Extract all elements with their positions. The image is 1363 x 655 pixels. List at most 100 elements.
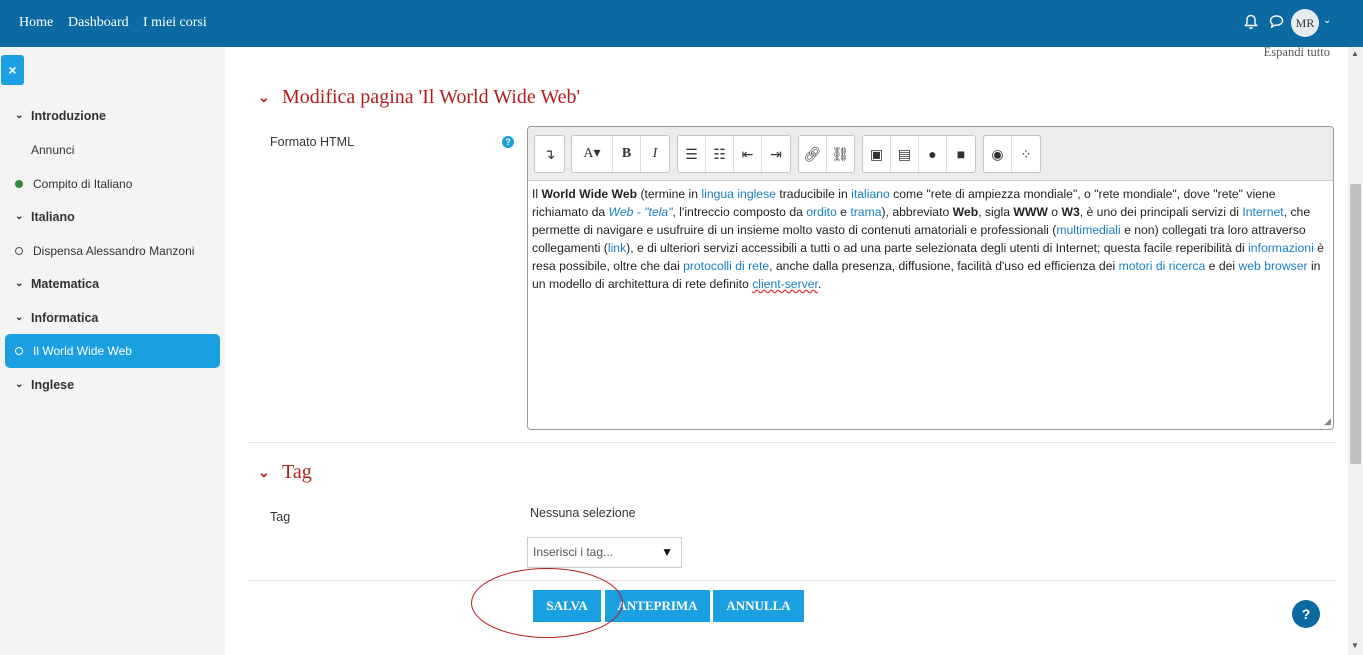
bold-icon[interactable]: B bbox=[613, 136, 641, 172]
sidebar-item-annunci[interactable]: Annunci bbox=[5, 133, 220, 167]
format-label: Formato HTML bbox=[270, 135, 355, 149]
sidebar-section-matematica[interactable]: ⌄ Matematica bbox=[5, 267, 220, 301]
sidebar-item-label: Matematica bbox=[31, 277, 100, 291]
accessibility-icon[interactable]: ◉ bbox=[984, 136, 1012, 172]
toolbar-group: A▾ B I bbox=[571, 135, 670, 173]
outdent-icon[interactable]: ⇤ bbox=[734, 136, 762, 172]
toolbar-group: ↴ bbox=[534, 135, 565, 173]
toolbar-group: 🔗︎ ⛓ bbox=[798, 135, 855, 173]
tag-label: Tag bbox=[270, 510, 291, 524]
incomplete-dot-icon bbox=[15, 347, 23, 355]
section-divider bbox=[249, 580, 1335, 581]
chevron-down-icon: ⌄ bbox=[15, 110, 24, 121]
chat-icon[interactable] bbox=[1269, 14, 1284, 32]
top-navbar: Home Dashboard I miei corsi MR ⌄ bbox=[0, 0, 1363, 47]
sidebar-section-inglese[interactable]: ⌄ Inglese bbox=[5, 368, 220, 402]
editor-link[interactable]: lingua inglese bbox=[701, 187, 776, 201]
editor-link[interactable]: client-server bbox=[752, 277, 818, 291]
sidebar-section-italiano[interactable]: ⌄ Italiano bbox=[5, 200, 220, 234]
font-style-icon[interactable]: A▾ bbox=[572, 136, 613, 172]
editor-link[interactable]: Internet bbox=[1242, 205, 1283, 219]
nav-home-link[interactable]: Home bbox=[19, 15, 53, 31]
page-scrollbar[interactable]: ▲ ▼ bbox=[1348, 47, 1363, 655]
sidebar-item-dispensa-manzoni[interactable]: Dispensa Alessandro Manzoni bbox=[5, 234, 220, 268]
close-drawer-button[interactable]: × bbox=[1, 55, 24, 85]
editor-text-bold: WWW bbox=[1013, 205, 1048, 219]
completed-dot-icon bbox=[15, 180, 23, 188]
incomplete-dot-icon bbox=[15, 247, 23, 255]
screenreader-icon[interactable]: ⁘ bbox=[1012, 136, 1040, 172]
editor-link[interactable]: motori di ricerca bbox=[1119, 259, 1206, 273]
nav-courses-link[interactable]: I miei corsi bbox=[143, 15, 207, 31]
chevron-down-icon: ⌄ bbox=[15, 379, 24, 390]
user-avatar[interactable]: MR bbox=[1291, 9, 1319, 37]
editor-text: ), e di ulteriori servizi accessibili a … bbox=[626, 241, 1249, 255]
italic-icon[interactable]: I bbox=[641, 136, 669, 172]
microphone-icon[interactable]: ● bbox=[919, 136, 947, 172]
editor-text: (termine in bbox=[637, 187, 702, 201]
sidebar-item-label: Informatica bbox=[31, 311, 99, 325]
editor-text: , l'intreccio composto da bbox=[672, 205, 807, 219]
editor-link[interactable]: italiano bbox=[851, 187, 890, 201]
bell-icon[interactable] bbox=[1244, 14, 1258, 33]
editor-text: , sigla bbox=[978, 205, 1014, 219]
editor-link[interactable]: multimediali bbox=[1056, 223, 1120, 237]
sidebar-section-informatica[interactable]: ⌄ Informatica bbox=[5, 301, 220, 335]
editor-text: e dei bbox=[1205, 259, 1239, 273]
editor-text: . bbox=[817, 277, 822, 291]
editor-text: e bbox=[836, 205, 851, 219]
link-icon[interactable]: 🔗︎ bbox=[799, 136, 827, 172]
media-icon[interactable]: ▤ bbox=[891, 136, 919, 172]
editor-text-bold: World Wide Web bbox=[541, 187, 638, 201]
chevron-down-icon[interactable]: ⌄ bbox=[258, 89, 270, 106]
editor-link[interactable]: protocolli di rete bbox=[683, 259, 769, 273]
indent-icon[interactable]: ⇥ bbox=[762, 136, 790, 172]
sidebar-section-introduzione[interactable]: ⌄ Introduzione bbox=[5, 99, 220, 133]
toolbar-group: ▣ ▤ ● ■ bbox=[862, 135, 976, 173]
sidebar-item-world-wide-web[interactable]: Il World Wide Web bbox=[5, 334, 220, 368]
sidebar-item-label: Introduzione bbox=[31, 109, 106, 123]
highlight-annotation-circle bbox=[471, 568, 623, 638]
chevron-down-icon[interactable]: ⌄ bbox=[258, 464, 270, 481]
help-icon[interactable]: ? bbox=[502, 136, 514, 148]
image-icon[interactable]: ▣ bbox=[863, 136, 891, 172]
scrollbar-thumb[interactable] bbox=[1350, 184, 1361, 464]
section-title-edit-page[interactable]: Modifica pagina 'Il World Wide Web' bbox=[282, 86, 580, 109]
editor-text: , anche dalla presenza, diffusione, faci… bbox=[769, 259, 1119, 273]
editor-text-bold: Web bbox=[952, 205, 979, 219]
chevron-down-icon: ⌄ bbox=[15, 278, 24, 289]
editor-link[interactable]: ordito bbox=[806, 205, 837, 219]
unlink-icon[interactable]: ⛓ bbox=[827, 136, 854, 172]
editor-link[interactable]: informazioni bbox=[1248, 241, 1314, 255]
sidebar-item-label: Annunci bbox=[31, 143, 75, 157]
sidebar-item-label: Il World Wide Web bbox=[33, 344, 132, 358]
editor-link[interactable]: Web - "tela" bbox=[609, 205, 673, 219]
resize-grip-icon[interactable]: ◢ bbox=[1324, 416, 1331, 427]
scroll-up-icon[interactable]: ▲ bbox=[1351, 49, 1359, 58]
nav-dashboard-link[interactable]: Dashboard bbox=[68, 15, 129, 31]
video-icon[interactable]: ■ bbox=[947, 136, 975, 172]
scroll-down-icon[interactable]: ▼ bbox=[1351, 641, 1359, 650]
editor-link[interactable]: web browser bbox=[1238, 259, 1307, 273]
toolbar-group: ☰ ☷ ⇤ ⇥ bbox=[677, 135, 791, 173]
editor-content-area[interactable]: Il World Wide Web (termine in lingua ing… bbox=[532, 185, 1328, 293]
toolbar-toggle-icon[interactable]: ↴ bbox=[535, 136, 564, 172]
sidebar-item-label: Dispensa Alessandro Manzoni bbox=[33, 244, 195, 258]
expand-all-link[interactable]: Espandi tutto bbox=[1264, 45, 1330, 60]
html-editor[interactable]: ↴ A▾ B I ☰ ☷ ⇤ ⇥ 🔗︎ ⛓ ▣ ▤ ● ■ ◉ ⁘ Il Wor… bbox=[527, 126, 1334, 430]
sidebar-item-compito-italiano[interactable]: Compito di Italiano bbox=[5, 167, 220, 201]
user-menu-chevron-icon[interactable]: ⌄ bbox=[1323, 15, 1331, 26]
cancel-button[interactable]: ANNULLA bbox=[713, 590, 804, 622]
help-button[interactable]: ? bbox=[1292, 600, 1320, 628]
dropdown-arrow-icon[interactable]: ▼ bbox=[661, 538, 673, 567]
toolbar-group: ◉ ⁘ bbox=[983, 135, 1041, 173]
chevron-down-icon: ⌄ bbox=[15, 312, 24, 323]
bullet-list-icon[interactable]: ☰ bbox=[678, 136, 706, 172]
editor-link[interactable]: link bbox=[608, 241, 626, 255]
tag-input[interactable]: Inserisci i tag... ▼ bbox=[527, 537, 682, 568]
section-title-tag[interactable]: Tag bbox=[282, 461, 312, 484]
sidebar-item-label: Inglese bbox=[31, 378, 75, 392]
numbered-list-icon[interactable]: ☷ bbox=[706, 136, 734, 172]
section-divider bbox=[249, 442, 1335, 443]
editor-link[interactable]: trama bbox=[850, 205, 881, 219]
